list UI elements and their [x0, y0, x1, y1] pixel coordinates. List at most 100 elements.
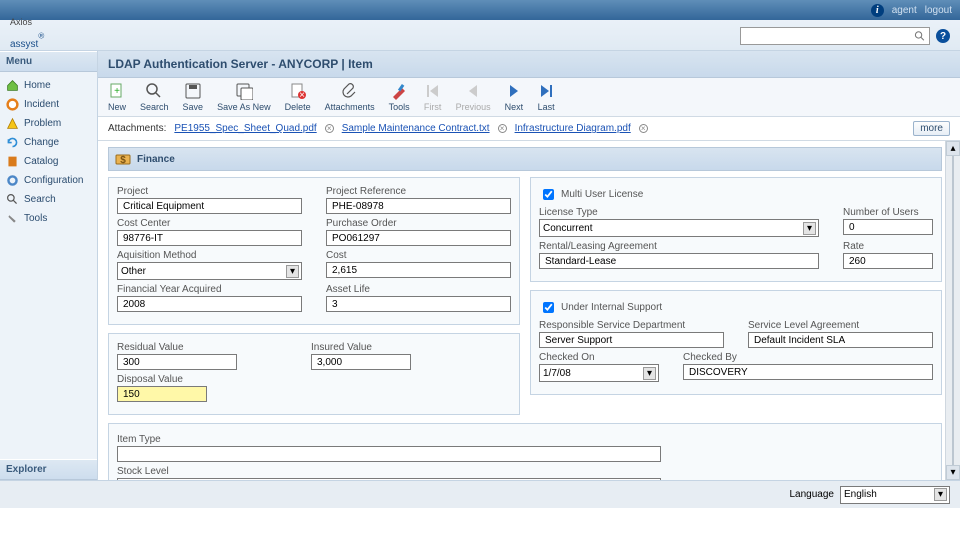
attachment-link[interactable]: Infrastructure Diagram.pdf [515, 123, 631, 134]
sla-input[interactable] [748, 332, 933, 348]
attachment-link[interactable]: Sample Maintenance Contract.txt [342, 123, 490, 134]
multi-user-checkbox[interactable] [543, 189, 554, 200]
scroll-thumb[interactable] [952, 156, 954, 465]
project-ref-label: Project Reference [326, 186, 511, 197]
support-fieldset: Under Internal Support Responsible Servi… [530, 290, 942, 395]
insured-label: Insured Value [311, 342, 481, 353]
attachment-remove-icon[interactable]: × [325, 124, 334, 133]
scroll-down-icon[interactable]: ▾ [946, 465, 960, 480]
previous-icon [464, 82, 482, 100]
paperclip-icon [341, 82, 359, 100]
po-label: Purchase Order [326, 218, 511, 229]
item-type-label: Item Type [117, 434, 933, 445]
language-select[interactable]: English▾ [840, 486, 950, 504]
disposal-input[interactable] [117, 386, 207, 402]
sidebar-item-label: Configuration [24, 175, 83, 186]
attachment-link[interactable]: PE1955_Spec_Sheet_Quad.pdf [174, 123, 316, 134]
agent-link[interactable]: agent [892, 5, 917, 16]
under-internal-checkbox[interactable] [543, 302, 554, 313]
po-input[interactable] [326, 230, 511, 246]
brand-row: Axios assyst® ? [0, 20, 960, 50]
info-icon[interactable]: i [871, 4, 884, 17]
global-search-field[interactable] [741, 28, 914, 44]
attachment-remove-icon[interactable]: × [498, 124, 507, 133]
project-input[interactable] [117, 198, 302, 214]
toolbar-search[interactable]: Search [140, 82, 169, 112]
sidebar-item-problem[interactable]: Problem [0, 114, 97, 133]
sidebar-item-configuration[interactable]: Configuration [0, 171, 97, 190]
toolbar-last[interactable]: Last [537, 82, 555, 112]
scroll-up-icon[interactable]: ▴ [946, 141, 960, 156]
item-type-input[interactable] [117, 446, 661, 462]
sidebar-item-catalog[interactable]: Catalog [0, 152, 97, 171]
toolbar-save[interactable]: Save [183, 82, 204, 112]
checked-by-input[interactable] [683, 364, 933, 380]
rate-label: Rate [843, 241, 933, 252]
insured-input[interactable] [311, 354, 411, 370]
main-column: LDAP Authentication Server - ANYCORP | I… [98, 51, 960, 480]
fya-input[interactable] [117, 296, 302, 312]
save-as-new-icon [235, 82, 253, 100]
brand-product: assyst® [10, 27, 44, 52]
sidebar-item-home[interactable]: Home [0, 76, 97, 95]
attachments-more-button[interactable]: more [913, 121, 950, 136]
form-scroll-area: $ Finance Project Project Reference Cost… [98, 141, 960, 480]
toolbar-delete[interactable]: ×Delete [285, 82, 311, 112]
asset-life-label: Asset Life [326, 284, 511, 295]
home-icon [6, 79, 19, 92]
chevron-down-icon: ▾ [286, 265, 299, 278]
acq-method-select[interactable]: Other▾ [117, 262, 302, 280]
cost-input[interactable] [326, 262, 511, 278]
toolbar-next[interactable]: Next [505, 82, 524, 112]
delete-icon: × [289, 82, 307, 100]
toolbar-save-as-new[interactable]: Save As New [217, 82, 271, 112]
multi-user-label: Multi User License [561, 189, 643, 200]
stock-level-input[interactable] [117, 478, 661, 480]
sidebar-item-tools[interactable]: Tools [0, 209, 97, 228]
svg-text:×: × [299, 90, 305, 100]
license-type-select[interactable]: Concurrent▾ [539, 219, 819, 237]
num-users-input[interactable] [843, 219, 933, 235]
project-ref-input[interactable] [326, 198, 511, 214]
rental-label: Rental/Leasing Agreement [539, 241, 819, 252]
under-internal-label: Under Internal Support [561, 302, 662, 313]
rate-input[interactable] [843, 253, 933, 269]
brand-company: Axios [10, 18, 44, 27]
sidebar-item-label: Catalog [24, 156, 58, 167]
finance-icon: $ [115, 151, 131, 167]
checked-on-select[interactable]: 1/7/08▾ [539, 364, 659, 382]
dept-label: Responsible Service Department [539, 320, 724, 331]
sidebar-item-incident[interactable]: Incident [0, 95, 97, 114]
help-icon[interactable]: ? [936, 29, 950, 43]
toolbar-new[interactable]: +New [108, 82, 126, 112]
explorer-header[interactable]: Explorer [0, 459, 97, 480]
toolbar-tools[interactable]: Tools [389, 82, 410, 112]
acq-method-label: Aquisition Method [117, 250, 302, 261]
brand-logo: Axios assyst® [10, 18, 44, 53]
sla-label: Service Level Agreement [748, 320, 933, 331]
residual-input[interactable] [117, 354, 237, 370]
attachment-remove-icon[interactable]: × [639, 124, 648, 133]
search-icon [914, 30, 925, 42]
rental-input[interactable] [539, 253, 819, 269]
global-search-area: ? [740, 27, 950, 45]
footer: Language English▾ [0, 480, 960, 508]
logout-link[interactable]: logout [925, 5, 952, 16]
toolbar-attachments[interactable]: Attachments [325, 82, 375, 112]
global-search-input[interactable] [740, 27, 930, 45]
sidebar-item-search[interactable]: Search [0, 190, 97, 209]
asset-life-input[interactable] [326, 296, 511, 312]
dept-input[interactable] [539, 332, 724, 348]
cost-center-input[interactable] [117, 230, 302, 246]
section-header-label: Finance [137, 154, 175, 165]
toolbar-first: First [424, 82, 442, 112]
gear-icon [6, 174, 19, 187]
sidebar-item-label: Search [24, 194, 56, 205]
project-label: Project [117, 186, 302, 197]
section-header-finance: $ Finance [108, 147, 942, 171]
warning-icon [6, 117, 19, 130]
wrench-icon [6, 212, 19, 225]
sidebar-item-change[interactable]: Change [0, 133, 97, 152]
svg-text:$: $ [120, 155, 126, 166]
vertical-scrollbar[interactable]: ▴ ▾ [945, 141, 960, 480]
